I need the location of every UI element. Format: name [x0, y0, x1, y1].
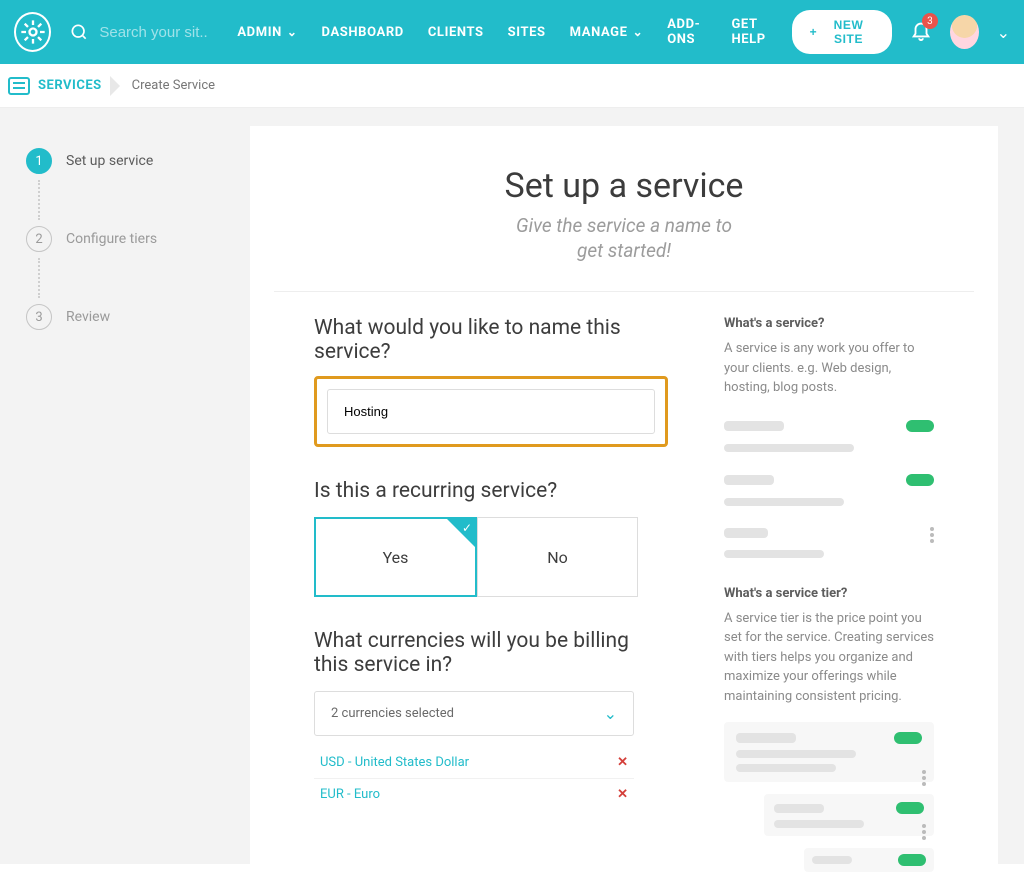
service-name-input[interactable]: [327, 389, 655, 434]
nav-addons[interactable]: ADD-ONS: [667, 17, 707, 47]
info-service-heading: What's a service?: [724, 316, 934, 331]
user-menu-chevron[interactable]: ⌄: [997, 23, 1010, 42]
top-nav: ADMIN⌄ DASHBOARD CLIENTS SITES MANAGE⌄ A…: [0, 0, 1024, 64]
notifications-button[interactable]: 3: [910, 19, 932, 45]
check-icon: ✓: [462, 521, 472, 535]
step-review[interactable]: 3 Review: [26, 304, 224, 330]
step-number: 2: [26, 226, 52, 252]
nav-sites[interactable]: SITES: [508, 25, 546, 40]
highlight-frame: [314, 376, 668, 447]
currency-label[interactable]: USD - United States Dollar: [320, 755, 469, 770]
recurring-block: Is this a recurring service? Yes ✓ No: [314, 479, 668, 597]
chevron-down-icon: ⌄: [604, 704, 617, 723]
currency-item-eur: EUR - Euro ✕: [314, 778, 634, 810]
notification-badge: 3: [922, 13, 938, 29]
nav-items: ADMIN⌄ DASHBOARD CLIENTS SITES MANAGE⌄ A…: [237, 17, 773, 47]
breadcrumb: SERVICES Create Service: [0, 64, 1024, 108]
currency-dropdown[interactable]: 2 currencies selected ⌄: [314, 691, 634, 736]
currency-label[interactable]: EUR - Euro: [320, 787, 380, 802]
info-service-text: A service is any work you offer to your …: [724, 339, 934, 398]
nav-manage[interactable]: MANAGE⌄: [570, 25, 644, 40]
info-column: What's a service? A service is any work …: [724, 316, 934, 894]
logo-icon[interactable]: [14, 12, 51, 52]
step-number: 3: [26, 304, 52, 330]
services-icon: [8, 77, 30, 95]
breadcrumb-section[interactable]: SERVICES: [38, 78, 118, 93]
recurring-yes[interactable]: Yes ✓: [314, 517, 477, 597]
step-tiers[interactable]: 2 Configure tiers: [26, 226, 224, 252]
step-label: Review: [66, 309, 110, 325]
breadcrumb-current: Create Service: [126, 78, 215, 93]
currency-list: USD - United States Dollar ✕ EUR - Euro …: [314, 746, 634, 810]
nav-right: + NEW SITE 3 ⌄: [792, 10, 1010, 54]
page-title: Set up a service: [314, 166, 934, 206]
nav-dashboard[interactable]: DASHBOARD: [322, 25, 404, 40]
nav-clients[interactable]: CLIENTS: [428, 25, 484, 40]
recurring-no[interactable]: No: [477, 517, 638, 597]
service-name-block: What would you like to name this service…: [314, 316, 668, 447]
chevron-down-icon: ⌄: [633, 25, 644, 39]
remove-currency-button[interactable]: ✕: [617, 787, 628, 802]
service-name-label: What would you like to name this service…: [314, 316, 668, 364]
currency-summary: 2 currencies selected: [331, 706, 454, 721]
search-icon: [69, 22, 89, 42]
wizard-steps: 1 Set up service 2 Configure tiers 3 Rev…: [0, 108, 250, 864]
page-subtitle: Give the service a name to get started!: [314, 214, 934, 263]
divider: [274, 291, 974, 292]
remove-currency-button[interactable]: ✕: [617, 755, 628, 770]
nav-gethelp[interactable]: GET HELP: [731, 17, 773, 47]
nav-admin[interactable]: ADMIN⌄: [237, 25, 297, 40]
search[interactable]: [69, 22, 209, 42]
new-site-button[interactable]: + NEW SITE: [792, 10, 892, 54]
currency-label: What currencies will you be billing this…: [314, 629, 668, 677]
recurring-label: Is this a recurring service?: [314, 479, 668, 503]
currency-block: What currencies will you be billing this…: [314, 629, 668, 810]
service-illustration: [724, 414, 934, 564]
main-card: Set up a service Give the service a name…: [250, 126, 998, 864]
chevron-down-icon: ⌄: [287, 25, 298, 39]
avatar[interactable]: [950, 15, 979, 49]
step-label: Set up service: [66, 153, 153, 169]
info-tier-heading: What's a service tier?: [724, 586, 934, 601]
tier-illustration: [724, 722, 934, 872]
step-setup[interactable]: 1 Set up service: [26, 148, 224, 174]
info-tier-text: A service tier is the price point you se…: [724, 609, 934, 707]
step-label: Configure tiers: [66, 231, 157, 247]
form-column: What would you like to name this service…: [314, 316, 668, 894]
recurring-options: Yes ✓ No: [314, 517, 638, 597]
currency-item-usd: USD - United States Dollar ✕: [314, 746, 634, 778]
search-input[interactable]: [99, 24, 209, 41]
plus-icon: +: [810, 25, 818, 39]
step-number: 1: [26, 148, 52, 174]
